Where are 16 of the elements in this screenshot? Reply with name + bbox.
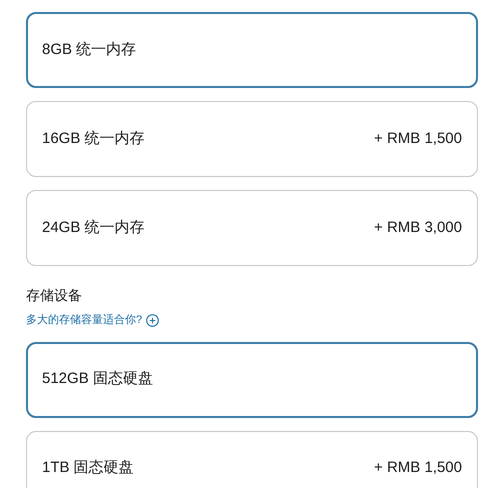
option-label: 1TB 固态硬盘 <box>42 458 134 478</box>
help-link[interactable]: 多大的存储容量适合你? <box>26 312 160 328</box>
option-price: + RMB 1,500 <box>374 458 462 478</box>
section-heading: 存储设备 <box>26 286 82 305</box>
plus-circle-icon <box>146 314 160 327</box>
option-label: 512GB 固态硬盘 <box>42 369 153 390</box>
option-price: + RMB 1,500 <box>374 128 462 149</box>
option-price: + RMB 3,000 <box>374 218 462 238</box>
option-card[interactable]: 512GB 固态硬盘 <box>26 342 478 418</box>
option-label: 8GB 统一内存 <box>42 40 136 60</box>
option-label: 16GB 统一内存 <box>42 128 145 149</box>
option-card[interactable]: 8GB 统一内存 <box>26 12 478 88</box>
option-card[interactable]: 1TB 固态硬盘 + RMB 1,500 <box>26 430 478 488</box>
option-label: 24GB 统一内存 <box>42 218 145 238</box>
option-card[interactable]: 16GB 统一内存 + RMB 1,500 <box>26 101 478 177</box>
option-card[interactable]: 24GB 统一内存 + RMB 3,000 <box>26 190 478 266</box>
